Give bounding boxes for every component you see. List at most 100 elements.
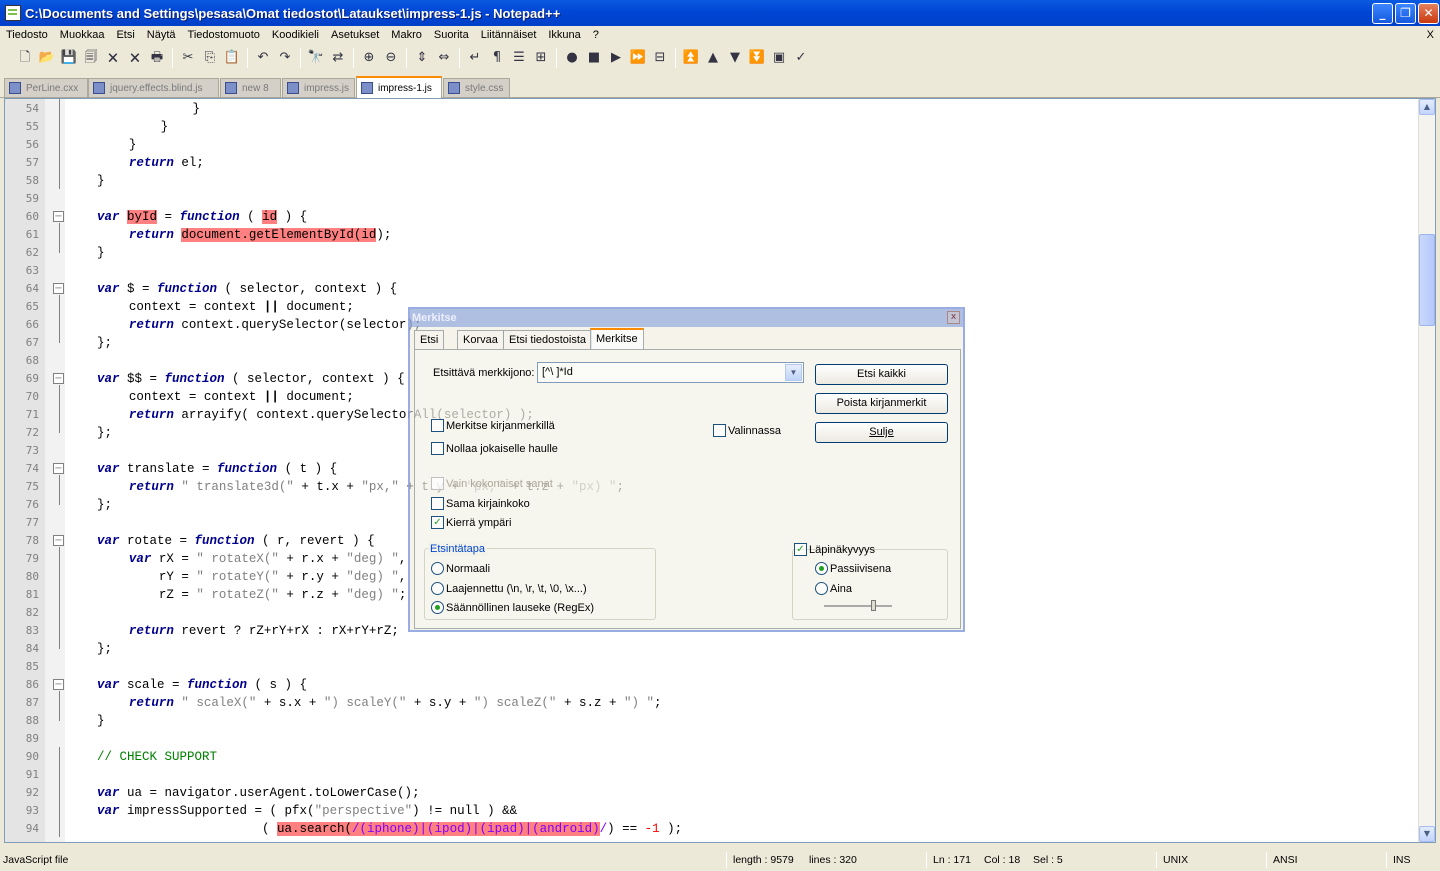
- code-line[interactable]: context = context || document;: [129, 388, 354, 406]
- bookmark-prev-icon[interactable]: ▲: [704, 49, 722, 67]
- fold-toggle-icon[interactable]: −: [53, 211, 64, 222]
- play-macro-icon[interactable]: ▶: [607, 49, 625, 67]
- undo-icon[interactable]: ↶: [254, 49, 272, 67]
- code-line[interactable]: var translate = function ( t ) {: [97, 460, 337, 478]
- tab-find[interactable]: Etsi: [414, 330, 445, 349]
- word-wrap-icon[interactable]: ↵: [466, 49, 484, 67]
- play-multiple-icon[interactable]: ⏩: [629, 49, 647, 67]
- menu-item[interactable]: Suorita: [428, 26, 475, 44]
- fold-toggle-icon[interactable]: −: [53, 463, 64, 474]
- always-radio[interactable]: [815, 582, 828, 595]
- menu-item[interactable]: Etsi: [110, 26, 140, 44]
- stop-record-icon[interactable]: ■: [585, 49, 603, 67]
- show-all-chars-icon[interactable]: ¶: [488, 49, 506, 67]
- menu-item[interactable]: Makro: [385, 26, 428, 44]
- redo-icon[interactable]: ↷: [276, 49, 294, 67]
- close-file-icon[interactable]: 🗙: [104, 49, 122, 67]
- tab-impress-js[interactable]: impress.js: [282, 78, 355, 97]
- fold-toggle-icon[interactable]: −: [53, 679, 64, 690]
- replace-icon[interactable]: ⇄: [329, 49, 347, 67]
- dialog-close-action-button[interactable]: Sulje: [815, 422, 948, 443]
- save-all-icon[interactable]: 🗐: [82, 49, 100, 67]
- tab-mark[interactable]: Merkitse: [590, 328, 644, 350]
- zoom-out-icon[interactable]: ⊖: [382, 49, 400, 67]
- save-icon[interactable]: 💾: [60, 49, 78, 67]
- scroll-down-icon[interactable]: ▼: [1419, 826, 1435, 842]
- transparency-slider-thumb[interactable]: [871, 600, 876, 611]
- menu-item[interactable]: Tiedostomuoto: [182, 26, 266, 44]
- bookmark-line-checkbox[interactable]: [431, 419, 444, 432]
- on-losing-focus-radio[interactable]: [815, 562, 828, 575]
- purge-checkbox[interactable]: [431, 442, 444, 455]
- code-line[interactable]: return el;: [129, 154, 204, 172]
- sync-vertical-icon[interactable]: ⇕: [413, 49, 431, 67]
- print-icon[interactable]: 🖶: [148, 49, 166, 67]
- new-file-icon[interactable]: 🗋: [16, 49, 34, 67]
- bookmark-last-icon[interactable]: ⏬: [748, 49, 766, 67]
- code-line[interactable]: }: [161, 118, 169, 136]
- code-line[interactable]: var impressSupported = ( pfx("perspectiv…: [97, 802, 517, 820]
- copy-icon[interactable]: ⎘: [201, 49, 219, 67]
- code-line[interactable]: ( ua.search(/(iphone)|(ipod)|(ipad)|(and…: [97, 820, 682, 838]
- chevron-down-icon[interactable]: ▼: [785, 364, 802, 381]
- clear-marks-button[interactable]: Poista kirjanmerkit: [815, 393, 948, 414]
- transparency-slider[interactable]: [824, 605, 892, 607]
- cut-icon[interactable]: ✂: [179, 49, 197, 67]
- mode-regex-radio[interactable]: [431, 601, 444, 614]
- wrap-around-checkbox[interactable]: ✓: [431, 516, 444, 529]
- code-line[interactable]: rZ = " rotateZ(" + r.z + "deg) ";: [129, 586, 407, 604]
- menu-item[interactable]: Muokkaa: [54, 26, 111, 44]
- code-line[interactable]: var rX = " rotateX(" + r.x + "deg) ",: [129, 550, 407, 568]
- spellcheck-icon[interactable]: ✓: [792, 49, 810, 67]
- in-selection-checkbox[interactable]: [713, 424, 726, 437]
- maximize-button[interactable]: ❐: [1395, 3, 1416, 24]
- bookmark-next-icon[interactable]: ▼: [726, 49, 744, 67]
- menu-item[interactable]: Tiedosto: [0, 26, 54, 44]
- menu-item[interactable]: ?: [587, 26, 605, 44]
- scroll-up-icon[interactable]: ▲: [1419, 99, 1435, 115]
- transparency-checkbox[interactable]: ✓: [794, 543, 807, 556]
- fold-toggle-icon[interactable]: −: [53, 373, 64, 384]
- bookmark-first-icon[interactable]: ⏫: [682, 49, 700, 67]
- close-document-button[interactable]: X: [1427, 26, 1434, 44]
- tab-find-in-files[interactable]: Etsi tiedostoista: [503, 330, 593, 349]
- find-all-button[interactable]: Etsi kaikki: [815, 364, 948, 385]
- code-line[interactable]: };: [97, 424, 112, 442]
- code-line[interactable]: }: [129, 136, 137, 154]
- code-line[interactable]: };: [97, 496, 112, 514]
- code-line[interactable]: return revert ? rZ+rY+rX : rX+rY+rZ;: [129, 622, 399, 640]
- menu-item[interactable]: Liitännäiset: [475, 26, 543, 44]
- tab-new-8[interactable]: new 8: [220, 78, 281, 97]
- fold-toggle-icon[interactable]: −: [53, 535, 64, 546]
- code-line[interactable]: var ua = navigator.userAgent.toLowerCase…: [97, 784, 420, 802]
- code-line[interactable]: return document.getElementById(id);: [129, 226, 391, 244]
- notepad-app-icon[interactable]: [5, 5, 21, 21]
- vertical-scrollbar[interactable]: ▲ ▼: [1418, 99, 1435, 842]
- code-line[interactable]: }: [97, 712, 105, 730]
- menu-item[interactable]: Näytä: [141, 26, 182, 44]
- code-line[interactable]: }: [97, 244, 105, 262]
- sync-horizontal-icon[interactable]: ⇔: [435, 49, 453, 67]
- whole-word-checkbox[interactable]: [431, 477, 444, 490]
- tab-jquery-effects-blind-js[interactable]: jquery.effects.blind.js: [88, 78, 219, 97]
- code-line[interactable]: context = context || document;: [129, 298, 354, 316]
- menu-item[interactable]: Ikkuna: [542, 26, 586, 44]
- code-line[interactable]: return context.querySelector(selector);: [129, 316, 422, 334]
- mode-normal-radio[interactable]: [431, 562, 444, 575]
- code-line[interactable]: };: [97, 334, 112, 352]
- record-macro-icon[interactable]: ●: [563, 49, 581, 67]
- tab-style-css[interactable]: style.css: [443, 78, 510, 97]
- code-line[interactable]: var scale = function ( s ) {: [97, 676, 307, 694]
- open-file-icon[interactable]: 📂: [38, 49, 56, 67]
- indent-guide-icon[interactable]: ☰: [510, 49, 528, 67]
- code-line[interactable]: }: [193, 100, 201, 118]
- fold-toggle-icon[interactable]: −: [53, 283, 64, 294]
- code-line[interactable]: }: [97, 172, 105, 190]
- tab-replace[interactable]: Korvaa: [457, 330, 504, 349]
- user-lang-icon[interactable]: ⊞: [532, 49, 550, 67]
- plugin-icon[interactable]: ▣: [770, 49, 788, 67]
- tab-impress-1-js[interactable]: impress-1.js: [356, 76, 442, 98]
- zoom-in-icon[interactable]: ⊕: [360, 49, 378, 67]
- dialog-title[interactable]: Merkitse: [410, 309, 963, 327]
- title-bar[interactable]: C:\Documents and Settings\pesasa\Omat ti…: [0, 0, 1440, 26]
